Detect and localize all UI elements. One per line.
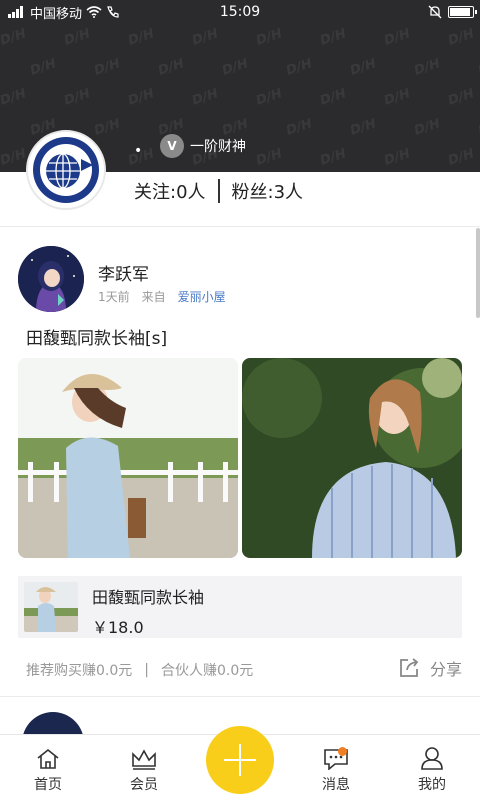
watermark-mark: D/H (220, 56, 251, 79)
watermark-mark: D/H (156, 56, 187, 79)
watermark-mark: D/H (92, 56, 123, 79)
watermark-mark: D/H (0, 26, 29, 49)
source-shop-link[interactable]: 爱丽小屋 (178, 288, 226, 305)
watermark-mark: D/H (446, 86, 477, 109)
watermark-mark: D/H (62, 26, 93, 49)
watermark-mark: D/H (382, 146, 413, 169)
carrier-name: 中国移动 (30, 6, 83, 22)
watermark-mark: D/H (62, 86, 93, 109)
post-divider (0, 696, 480, 697)
nav-member[interactable]: 会员 (96, 735, 192, 800)
photo-woman-striped-shirt (242, 358, 462, 558)
level-badge: V 一阶财神 (160, 134, 246, 158)
share-label: 分享 (429, 660, 462, 679)
watermark-mark: D/H (382, 86, 413, 109)
level-label: 一阶财神 (190, 139, 246, 155)
profile-avatar[interactable] (26, 130, 106, 210)
notification-dot (337, 747, 347, 756)
post-time: 1天前 (98, 290, 130, 304)
earnings-row: 推荐购买赚0.0元 | 合伙人赚0.0元 (26, 660, 253, 680)
fans-count[interactable]: 粉丝:3人 (232, 178, 304, 204)
watermark-mark: D/H (0, 146, 29, 169)
nav-messages-label: 消息 (322, 777, 350, 793)
watermark-mark: D/H (318, 26, 349, 49)
crown-icon (132, 749, 156, 770)
nav-mine-label: 我的 (418, 777, 446, 793)
product-price: ￥18.0 (92, 618, 144, 637)
nav-messages[interactable]: 消息 (288, 735, 384, 800)
nav-home[interactable]: 首页 (0, 735, 96, 800)
signal-icon (8, 6, 23, 18)
post-author-name[interactable]: 李跃军 (98, 260, 149, 285)
post-author-avatar[interactable] (18, 246, 84, 312)
nav-mine[interactable]: 我的 (384, 735, 480, 800)
watermark-mark: D/H (446, 146, 477, 169)
watermark-mark: D/H (254, 26, 285, 49)
mute-bell-icon (428, 5, 442, 19)
watermark-mark: D/H (476, 116, 480, 139)
home-icon (37, 748, 59, 769)
share-icon (400, 658, 419, 677)
stats-divider (217, 179, 220, 203)
watermark-mark: D/H (446, 26, 477, 49)
watermark-mark: D/H (0, 86, 29, 109)
photo-woman-hat (18, 358, 238, 558)
level-icon: V (160, 134, 184, 158)
watermark-mark: D/H (254, 146, 285, 169)
partner-earn-text: 合伙人赚0.0元 (160, 663, 254, 679)
watermark-mark: D/H (476, 56, 480, 79)
globe-logo-icon (33, 137, 99, 203)
watermark-mark: D/H (348, 56, 379, 79)
watermark-mark: D/H (284, 116, 315, 139)
product-card[interactable]: 田馥甄同款长袖 ￥18.0 (18, 576, 462, 638)
status-bar: 中国移动 15:09 (0, 0, 480, 24)
watermark-mark: D/H (382, 26, 413, 49)
nav-home-label: 首页 (34, 777, 62, 793)
post-image-2[interactable] (242, 358, 462, 558)
nav-member-label: 会员 (130, 777, 158, 793)
earn-separator: | (144, 662, 149, 678)
watermark-mark: D/H (318, 86, 349, 109)
hd-call-icon (107, 6, 119, 18)
watermark-mark: D/H (126, 26, 157, 49)
watermark-mark: D/H (190, 26, 221, 49)
watermark-mark: D/H (254, 86, 285, 109)
watermark-mark: D/H (412, 116, 443, 139)
section-divider (0, 226, 480, 227)
recommend-earn-text: 推荐购买赚0.0元 (26, 663, 133, 679)
post-title: 田馥甄同款长袖[s] (26, 329, 168, 349)
separator-dot: • (134, 143, 143, 159)
share-button[interactable]: 分享 (398, 656, 462, 680)
post-meta: 1天前 来自 爱丽小屋 (98, 288, 226, 305)
user-icon (421, 747, 443, 770)
scrollbar[interactable] (476, 228, 480, 318)
add-post-button[interactable] (206, 726, 274, 794)
cartoon-girl-avatar-image (18, 246, 84, 312)
from-label: 来自 (141, 290, 166, 304)
clock: 15:09 (219, 4, 261, 20)
watermark-mark: D/H (348, 116, 379, 139)
product-thumbnail (24, 582, 78, 632)
post-image-1[interactable] (18, 358, 238, 558)
plus-icon (224, 744, 256, 776)
watermark-mark: D/H (28, 56, 59, 79)
watermark-mark: D/H (284, 56, 315, 79)
watermark-mark: D/H (412, 56, 443, 79)
watermark-mark: D/H (318, 146, 349, 169)
product-name: 田馥甄同款长袖 (92, 588, 205, 607)
follow-count[interactable]: 关注:0人 (134, 178, 206, 204)
follow-stats: 关注:0人 粉丝:3人 (134, 178, 303, 204)
battery-icon (448, 6, 477, 18)
wifi-icon (86, 6, 102, 18)
watermark-mark: D/H (190, 86, 221, 109)
watermark-mark: D/H (126, 86, 157, 109)
